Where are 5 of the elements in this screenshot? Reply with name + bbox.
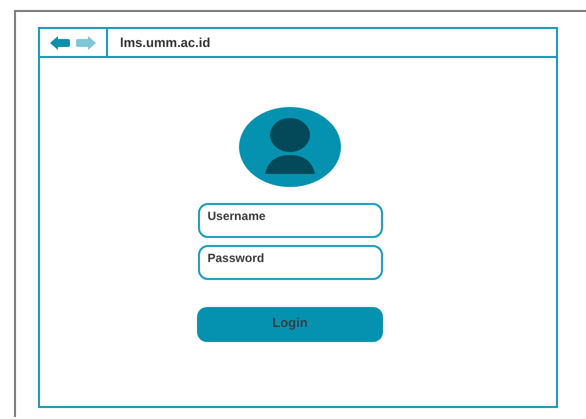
address-bar[interactable]: lms.umm.ac.id xyxy=(120,35,210,50)
input-field[interactable]: Username xyxy=(198,203,382,238)
input-field[interactable]: Password xyxy=(198,245,382,280)
back-arrow-icon[interactable] xyxy=(50,36,70,50)
user-avatar-icon xyxy=(239,107,341,187)
